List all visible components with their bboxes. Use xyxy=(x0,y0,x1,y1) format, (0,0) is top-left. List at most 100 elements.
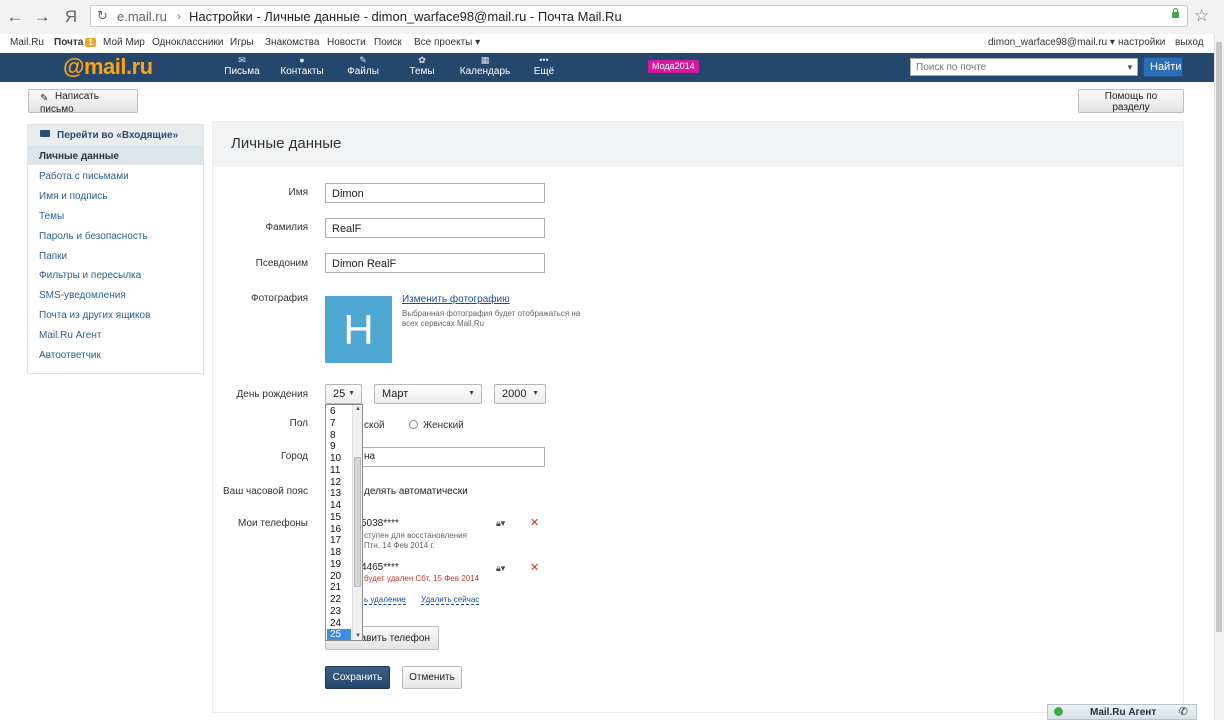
user-menu[interactable]: dimon_warface98@mail.ru ▾ xyxy=(988,37,1115,48)
day-option[interactable]: 14 xyxy=(327,500,351,512)
day-option[interactable]: 19 xyxy=(327,559,351,571)
birthday-year-value: 2000 xyxy=(502,388,527,400)
day-option[interactable]: 23 xyxy=(327,606,351,618)
birthday-day-value: 25 xyxy=(333,388,346,400)
nav-calendar[interactable]: ▦ Календарь xyxy=(455,55,515,77)
back-button[interactable]: ← xyxy=(4,6,26,28)
birthday-month-select[interactable]: Март ▼ xyxy=(374,384,482,404)
mailru-logo[interactable]: @mail.ru xyxy=(63,54,153,80)
day-option[interactable]: 16 xyxy=(327,524,351,536)
day-option[interactable]: 7 xyxy=(327,418,351,430)
day-option[interactable]: 15 xyxy=(327,512,351,524)
day-option[interactable]: 8 xyxy=(327,430,351,442)
sidebar-item-folders[interactable]: Папки xyxy=(39,251,67,262)
scroll-up-icon[interactable]: ▲ xyxy=(353,406,362,412)
sidebar-item-name-signature[interactable]: Имя и подпись xyxy=(39,191,107,202)
sidebar-item-other-mailboxes[interactable]: Почта из других ящиков xyxy=(39,310,150,321)
nav-themes[interactable]: ✿ Темы xyxy=(392,55,452,77)
save-button[interactable]: Сохранить xyxy=(325,666,390,689)
day-option[interactable]: 18 xyxy=(327,547,351,559)
nav-more[interactable]: ••• Ещё xyxy=(514,55,574,77)
portal-link-my-world[interactable]: Мой Мир xyxy=(103,37,145,48)
agent-bar[interactable]: Mail.Ru Агент ✆ xyxy=(1047,704,1197,720)
nav-letters-label: Письма xyxy=(224,66,260,77)
search-dropdown-icon[interactable]: ▼ xyxy=(1126,63,1134,72)
address-bar[interactable]: ↻ e.mail.ru › Настройки - Личные данные … xyxy=(90,5,1188,27)
gender-female-radio[interactable] xyxy=(409,420,418,429)
go-to-inbox-link[interactable]: Перейти во «Входящие» xyxy=(28,125,203,146)
first-name-input[interactable] xyxy=(325,183,545,203)
day-option[interactable]: 24 xyxy=(327,618,351,630)
help-button[interactable]: Помощь по разделу xyxy=(1078,89,1184,113)
first-name-label: Имя xyxy=(288,187,308,198)
portal-link-search[interactable]: Поиск xyxy=(374,37,402,48)
nav-files[interactable]: ✎ Файлы xyxy=(333,55,393,77)
portal-link-all-projects[interactable]: Все проекты ▾ xyxy=(414,37,480,48)
day-option[interactable]: 17 xyxy=(327,535,351,547)
forward-button[interactable]: → xyxy=(31,6,53,28)
day-option[interactable]: 9 xyxy=(327,441,351,453)
nickname-input[interactable] xyxy=(325,253,545,273)
day-option[interactable]: 12 xyxy=(327,477,351,489)
day-option[interactable]: 11 xyxy=(327,465,351,477)
dropdown-scroll-thumb[interactable] xyxy=(354,457,361,587)
birthday-year-select[interactable]: 2000 ▼ xyxy=(494,384,546,404)
settings-link[interactable]: настройки xyxy=(1118,37,1165,48)
logout-link[interactable]: выход xyxy=(1175,37,1204,48)
bookmark-star-icon[interactable]: ☆ xyxy=(1194,6,1209,26)
phone-1-number: 5038**** xyxy=(361,518,399,529)
sidebar-item-filters[interactable]: Фильтры и пересылка xyxy=(39,270,141,281)
phone-2-privacy-lock-icon[interactable]: 🔒︎▾ xyxy=(496,563,505,574)
phone-icon[interactable]: ✆ xyxy=(1179,705,1188,718)
nav-letters[interactable]: ✉ Письма xyxy=(212,55,272,77)
day-option[interactable]: 13 xyxy=(327,488,351,500)
avatar[interactable]: H xyxy=(325,296,392,363)
sidebar-item-agent[interactable]: Mail.Ru Агент xyxy=(39,330,101,341)
palette-icon: ✿ xyxy=(418,55,426,65)
day-option[interactable]: 10 xyxy=(327,453,351,465)
phone-1-delete-icon[interactable]: ✕ xyxy=(530,516,539,529)
sidebar-item-personal-data[interactable]: Личные данные xyxy=(39,151,119,162)
search-button[interactable]: Найти xyxy=(1143,57,1183,77)
birthday-day-select[interactable]: 25 ▼ xyxy=(325,384,362,404)
day-option[interactable]: 21 xyxy=(327,582,351,594)
portal-link-games[interactable]: Игры xyxy=(230,37,254,48)
nav-contacts[interactable]: ● Контакты xyxy=(272,55,332,77)
gender-label: Пол xyxy=(289,418,308,429)
page-scroll-thumb[interactable] xyxy=(1216,42,1222,632)
scroll-down-icon[interactable]: ▼ xyxy=(353,633,362,639)
day-option[interactable]: 6 xyxy=(327,406,351,418)
phone-2-delete-icon[interactable]: ✕ xyxy=(530,561,539,574)
reload-icon[interactable]: ↻ xyxy=(97,8,108,24)
day-option[interactable]: 25 xyxy=(327,629,351,640)
day-option[interactable]: 20 xyxy=(327,571,351,583)
birthday-day-dropdown-list[interactable]: 6 7 8 9 10 11 12 13 14 15 16 17 18 19 20 21 22 23 24 25 ▲ ▼ xyxy=(325,404,363,641)
mail-search-input[interactable] xyxy=(910,58,1138,76)
day-option[interactable]: 22 xyxy=(327,594,351,606)
dropdown-scrollbar[interactable]: ▲ ▼ xyxy=(352,405,362,640)
sidebar-item-mail-handling[interactable]: Работа с письмами xyxy=(39,171,129,182)
portal-link-dating[interactable]: Знакомства xyxy=(265,37,319,48)
delete-now-link[interactable]: Удалить сейчас xyxy=(421,595,480,605)
portal-link-odnoklassniki[interactable]: Одноклассники xyxy=(152,37,223,48)
chevron-down-icon: ▼ xyxy=(348,390,355,397)
portal-link-mail[interactable]: Почта 1 xyxy=(54,37,96,48)
timezone-auto-label[interactable]: делять автоматически xyxy=(364,486,468,497)
sidebar-item-password-security[interactable]: Пароль и безопасность xyxy=(39,231,148,242)
portal-link-news[interactable]: Новости xyxy=(327,37,366,48)
cancel-deletion-link[interactable]: ь удаление xyxy=(364,595,406,605)
change-photo-link[interactable]: Изменить фотографию xyxy=(402,294,510,305)
sidebar-item-sms[interactable]: SMS-уведомления xyxy=(39,290,126,301)
sidebar-item-autoreply[interactable]: Автоответчик xyxy=(39,350,101,361)
secure-lock-icon[interactable] xyxy=(1172,8,1179,18)
yandex-icon[interactable]: Я xyxy=(60,6,82,28)
timezone-label: Ваш часовой пояс xyxy=(223,486,308,497)
sidebar-item-themes[interactable]: Темы xyxy=(39,211,64,222)
compose-button[interactable]: ✎ Написать письмо xyxy=(28,89,138,115)
portal-link-mailru[interactable]: Mail.Ru xyxy=(10,37,44,48)
portal-bar: Mail.Ru Почта 1 Мой Мир Одноклассники Игр… xyxy=(0,34,1224,52)
cancel-button[interactable]: Отменить xyxy=(402,666,462,689)
promo-badge[interactable]: Мода2014 xyxy=(648,60,699,73)
phone-1-privacy-lock-icon[interactable]: 🔒︎▾ xyxy=(496,518,505,529)
last-name-input[interactable] xyxy=(325,218,545,238)
